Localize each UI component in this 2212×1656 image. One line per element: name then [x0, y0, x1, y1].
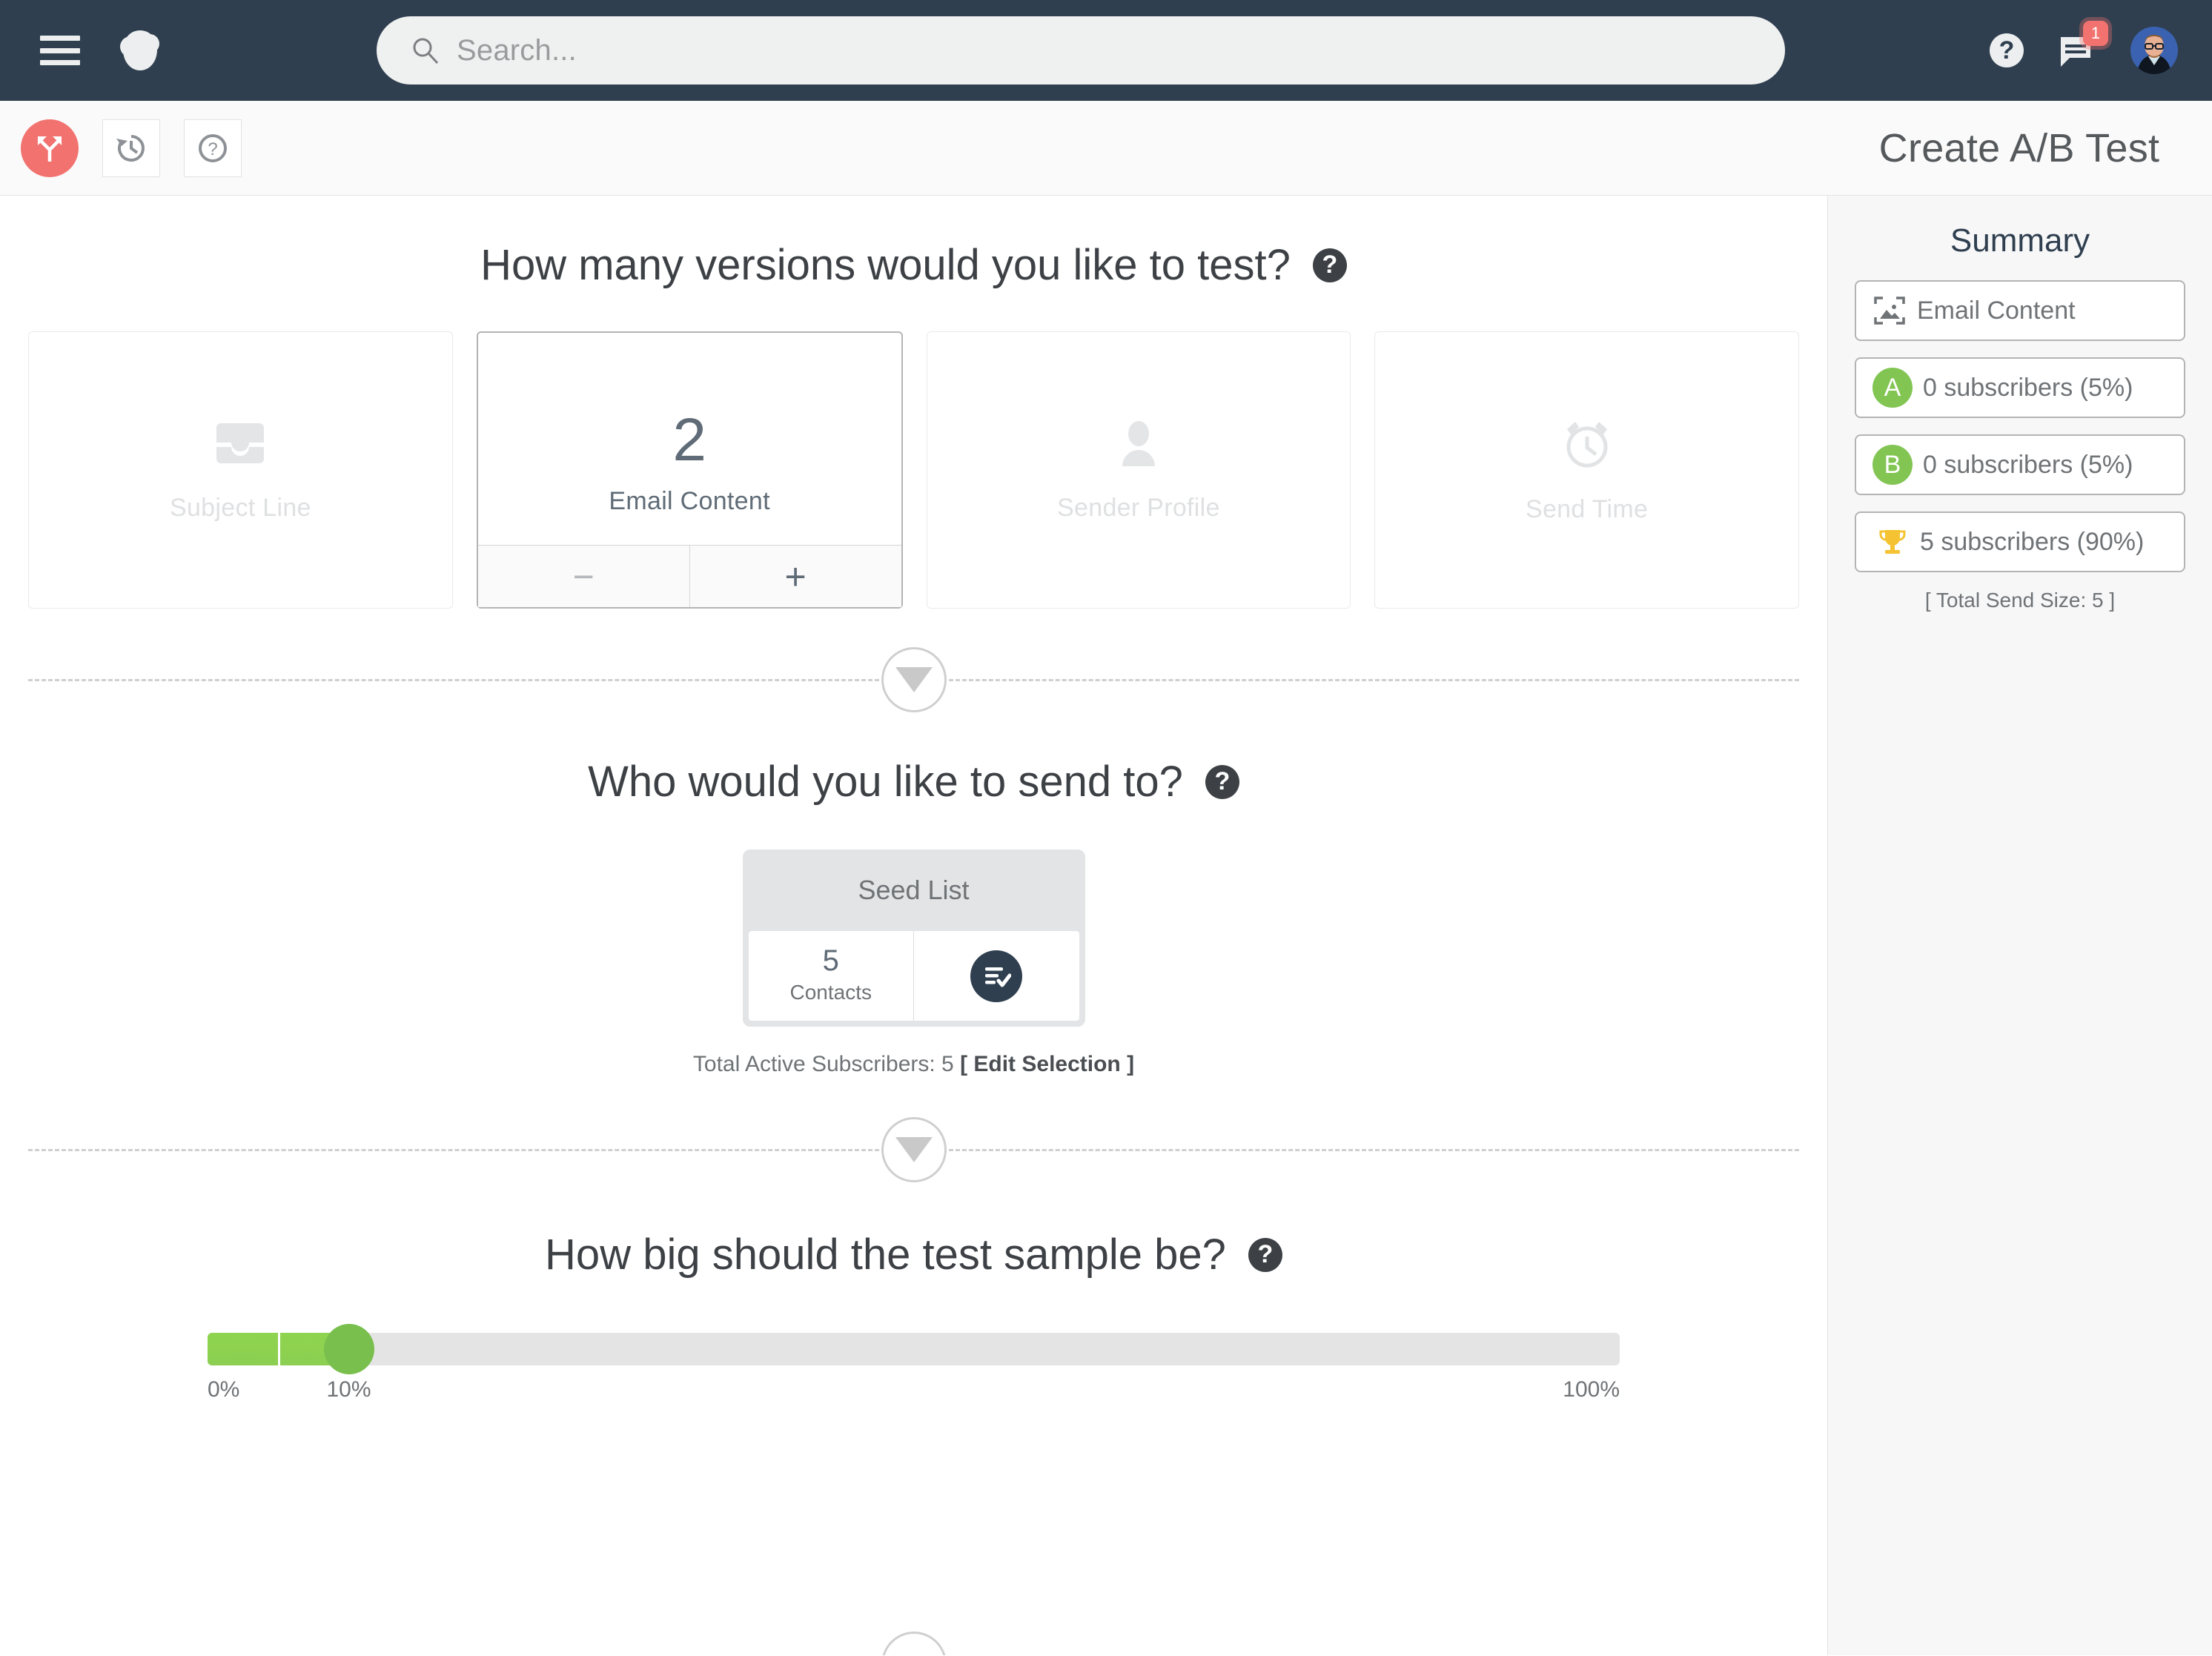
top-navigation-bar: Search... ? 1 [0, 0, 2212, 101]
sample-heading: How big should the test sample be? ? [0, 1230, 1827, 1279]
summary-card-variant-a[interactable]: A 0 subscribers (5%) [1855, 357, 2185, 418]
version-count-value: 2 [672, 406, 706, 474]
summary-card-label: 0 subscribers (5%) [1923, 373, 2133, 402]
slider-max-label: 100% [1563, 1377, 1620, 1402]
version-card-sender-profile[interactable]: Sender Profile [926, 331, 1351, 609]
page-body: How many versions would you like to test… [0, 196, 2212, 1655]
chevron-down-icon [895, 1137, 933, 1162]
seed-list-title: Seed List [858, 875, 970, 905]
collapse-toggle-2[interactable] [881, 1117, 947, 1182]
version-card-label: Sender Profile [1057, 494, 1220, 522]
summary-card-label: 5 subscribers (90%) [1920, 527, 2145, 556]
section-divider-3-partial[interactable] [881, 1632, 947, 1655]
version-card-label: Send Time [1526, 495, 1649, 523]
version-card-label: Email Content [609, 487, 770, 515]
version-card-label: Subject Line [170, 494, 311, 522]
sample-help-icon[interactable]: ? [1248, 1237, 1282, 1272]
list-check-icon[interactable] [970, 950, 1023, 1002]
search-input-placeholder[interactable]: Search... [457, 34, 577, 67]
seed-list-action [914, 931, 1079, 1021]
increment-button[interactable]: + [690, 546, 901, 607]
total-active-subscribers: Total Active Subscribers: 5 [ Edit Selec… [693, 1052, 1134, 1077]
decrement-button[interactable]: − [478, 546, 690, 607]
slider-track[interactable] [208, 1324, 1620, 1374]
divider-line-left [28, 1148, 886, 1151]
divider-line-right [941, 678, 1799, 681]
total-active-text: Total Active Subscribers: 5 [692, 1052, 961, 1076]
summary-card-winner[interactable]: 5 subscribers (90%) [1855, 511, 2185, 572]
avatar[interactable] [2130, 27, 2178, 74]
cloud-logo-icon[interactable] [113, 27, 168, 73]
seed-list-body: 5 Contacts [748, 931, 1079, 1021]
slider-tick [278, 1333, 281, 1365]
slider-thumb[interactable] [323, 1324, 374, 1374]
main-content: How many versions would you like to test… [0, 196, 1827, 1655]
slider-min-label: 0% [208, 1377, 240, 1402]
search-icon [411, 36, 440, 65]
summary-sidebar: Summary Email Content A 0 subscribers (5… [1827, 196, 2212, 1655]
seed-list-contacts: 5 Contacts [749, 931, 914, 1021]
summary-card-label: Email Content [1917, 296, 2076, 325]
audience-heading: Who would you like to send to? ? [0, 757, 1827, 807]
version-count-stepper: − + [477, 545, 901, 607]
image-placeholder-icon [1872, 294, 1907, 328]
version-card-send-time[interactable]: Send Time [1374, 331, 1799, 609]
alarm-clock-icon [1559, 416, 1615, 476]
hamburger-line [40, 36, 80, 41]
search-bar[interactable]: Search... [377, 16, 1785, 85]
section-audience: Who would you like to send to? ? Seed Li… [0, 757, 1827, 1077]
page-title: Create A/B Test [1878, 126, 2160, 170]
version-card-subject-line[interactable]: Subject Line [28, 331, 453, 609]
hamburger-line [40, 47, 80, 53]
versions-heading: How many versions would you like to test… [0, 240, 1827, 290]
audience-heading-text: Who would you like to send to? [588, 758, 1183, 806]
total-send-size: [ Total Send Size: 5 ] [1924, 589, 2116, 612]
badge-a-icon: A [1872, 368, 1913, 408]
svg-text:?: ? [208, 139, 217, 159]
section-divider-1 [0, 628, 1827, 732]
seed-list-card[interactable]: Seed List 5 Contacts [742, 849, 1085, 1027]
hamburger-menu-icon[interactable] [40, 36, 80, 65]
sample-heading-text: How big should the test sample be? [545, 1231, 1226, 1279]
divider-line-right [941, 1148, 1799, 1151]
seed-contacts-label: Contacts [789, 981, 872, 1004]
summary-title: Summary [1950, 222, 2090, 259]
slider-labels: 0% 10% 100% [208, 1377, 1620, 1410]
versions-help-icon[interactable]: ? [1312, 248, 1347, 282]
question-mark-icon[interactable]: ? [184, 119, 242, 177]
split-path-icon[interactable] [21, 119, 79, 177]
hamburger-line [40, 60, 80, 65]
person-icon [1112, 417, 1165, 474]
version-type-cards: Subject Line 2 Email Content − + Sender … [0, 331, 1827, 609]
seed-contacts-count: 5 [822, 944, 839, 977]
notifications-icon[interactable]: 1 [2058, 21, 2108, 70]
badge-b-icon: B [1872, 445, 1913, 485]
section-versions: How many versions would you like to test… [0, 240, 1827, 609]
help-icon[interactable]: ? [1990, 33, 2024, 67]
trophy-icon [1875, 525, 1910, 559]
audience-help-icon[interactable]: ? [1205, 764, 1239, 799]
notification-badge: 1 [2083, 21, 2108, 46]
audience-selection: Seed List 5 Contacts Total Active Subscr… [0, 849, 1827, 1077]
top-nav-actions: ? 1 [1990, 0, 2178, 101]
chevron-down-icon [895, 667, 933, 692]
section-divider-2 [0, 1098, 1827, 1202]
app-toolbar: ? Create A/B Test [0, 101, 2212, 196]
summary-card-variant-b[interactable]: B 0 subscribers (5%) [1855, 434, 2185, 495]
slider-value-label: 10% [326, 1377, 371, 1402]
sample-size-slider[interactable]: 0% 10% 100% [208, 1324, 1620, 1410]
summary-card-email-content[interactable]: Email Content [1855, 280, 2185, 341]
inbox-tray-icon [213, 417, 267, 474]
history-icon[interactable] [102, 119, 160, 177]
collapse-toggle-1[interactable] [881, 647, 947, 712]
section-sample-size: How big should the test sample be? ? 0% … [0, 1230, 1827, 1410]
divider-line-left [28, 678, 886, 681]
versions-heading-text: How many versions would you like to test… [480, 241, 1291, 289]
summary-card-label: 0 subscribers (5%) [1923, 450, 2133, 479]
version-card-email-content[interactable]: 2 Email Content − + [476, 331, 903, 609]
edit-selection-link[interactable]: [ Edit Selection ] [960, 1052, 1134, 1076]
